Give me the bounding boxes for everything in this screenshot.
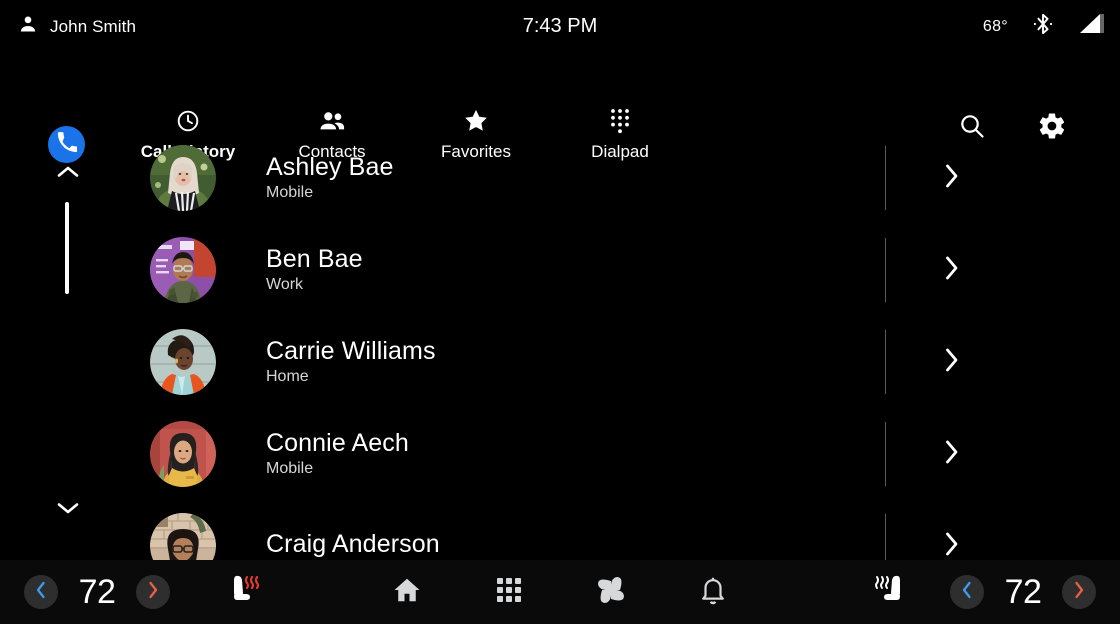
row-divider <box>885 238 886 302</box>
row-divider <box>885 514 886 560</box>
signal-bars-icon <box>1078 12 1104 41</box>
contact-info: Carrie Williams Home <box>266 336 436 386</box>
chevron-right-icon <box>944 347 960 378</box>
infotainment-screen: John Smith 7:43 PM 68° Call History Cont… <box>0 0 1120 624</box>
chevron-left-icon <box>961 581 973 604</box>
passenger-temp-increase-button[interactable] <box>1062 575 1096 609</box>
contact-name: Carrie Williams <box>266 336 436 365</box>
driver-heated-seat-button[interactable] <box>220 569 266 615</box>
home-button[interactable] <box>385 570 429 614</box>
chevron-right-icon <box>1073 581 1085 604</box>
table-row[interactable]: Ben Bae Work <box>0 224 1120 316</box>
heated-seat-icon <box>223 572 263 613</box>
contact-details-button[interactable] <box>932 434 972 474</box>
table-row[interactable]: Carrie Williams Home <box>0 316 1120 408</box>
contact-type: Mobile <box>266 460 314 478</box>
row-divider <box>885 422 886 486</box>
contact-info: Ben Bae Work <box>266 244 363 294</box>
chevron-right-icon <box>147 581 159 604</box>
contact-name: Ashley Bae <box>266 152 394 181</box>
contact-info: Ashley Bae Mobile <box>266 152 394 202</box>
bell-icon <box>699 575 727 610</box>
clock-icon <box>176 108 200 133</box>
passenger-temp-decrease-button[interactable] <box>950 575 984 609</box>
status-bar: John Smith 7:43 PM 68° <box>0 0 1120 53</box>
driver-temp-decrease-button[interactable] <box>24 575 58 609</box>
contact-details-button[interactable] <box>932 526 972 560</box>
contact-info: Craig Anderson <box>266 529 440 560</box>
chevron-right-icon <box>944 439 960 470</box>
bluetooth-icon <box>1032 11 1054 42</box>
climate-button[interactable] <box>589 570 633 614</box>
table-row[interactable]: Craig Anderson <box>0 500 1120 560</box>
driver-temperature-value: 72 <box>78 572 116 611</box>
passenger-temperature-value: 72 <box>1004 572 1042 611</box>
notifications-button[interactable] <box>691 570 735 614</box>
call-history-list: Ashley Bae Mobile Ben Bae Work Carrie Wi… <box>0 132 1120 560</box>
driver-climate-control: 72 <box>24 573 170 612</box>
contact-details-button[interactable] <box>932 342 972 382</box>
table-row[interactable]: Connie Aech Mobile <box>0 408 1120 500</box>
home-icon <box>392 575 422 610</box>
contact-type: Mobile <box>266 184 314 202</box>
status-clock: 7:43 PM <box>522 15 598 37</box>
contact-rows: Ashley Bae Mobile Ben Bae Work Carrie Wi… <box>0 132 1120 560</box>
contact-type: Work <box>266 276 304 294</box>
driver-temp-increase-button[interactable] <box>136 575 170 609</box>
contact-name: Ben Bae <box>266 244 363 273</box>
avatar <box>150 329 216 395</box>
dialpad-icon <box>609 108 631 133</box>
passenger-ventilated-seat-button[interactable] <box>868 569 914 615</box>
people-icon <box>319 108 345 133</box>
ventilated-seat-icon <box>871 572 911 613</box>
table-row[interactable]: Ashley Bae Mobile <box>0 132 1120 224</box>
grid-apps-icon <box>496 577 522 608</box>
apps-button[interactable] <box>487 570 531 614</box>
contact-type: Home <box>266 368 309 386</box>
passenger-climate-control: 72 <box>950 573 1096 612</box>
star-icon <box>463 108 489 133</box>
contact-name: Craig Anderson <box>266 529 440 558</box>
contact-name: Connie Aech <box>266 428 409 457</box>
status-indicators: 68° <box>983 0 1104 53</box>
outside-temperature: 68° <box>982 17 1008 35</box>
avatar <box>150 421 216 487</box>
chevron-right-icon <box>944 163 960 194</box>
avatar <box>150 145 216 211</box>
contact-info: Connie Aech Mobile <box>266 428 409 478</box>
avatar <box>150 513 216 560</box>
chevron-right-icon <box>944 531 960 561</box>
phone-app-header: Call History Contacts Favorites Dialpad <box>0 53 1120 163</box>
bottom-system-bar: 72 72 <box>0 560 1120 624</box>
avatar <box>150 237 216 303</box>
contact-details-button[interactable] <box>932 250 972 290</box>
row-divider <box>885 146 886 210</box>
fan-icon <box>595 574 627 611</box>
contact-details-button[interactable] <box>932 158 972 198</box>
chevron-right-icon <box>944 255 960 286</box>
chevron-left-icon <box>35 581 47 604</box>
row-divider <box>885 330 886 394</box>
